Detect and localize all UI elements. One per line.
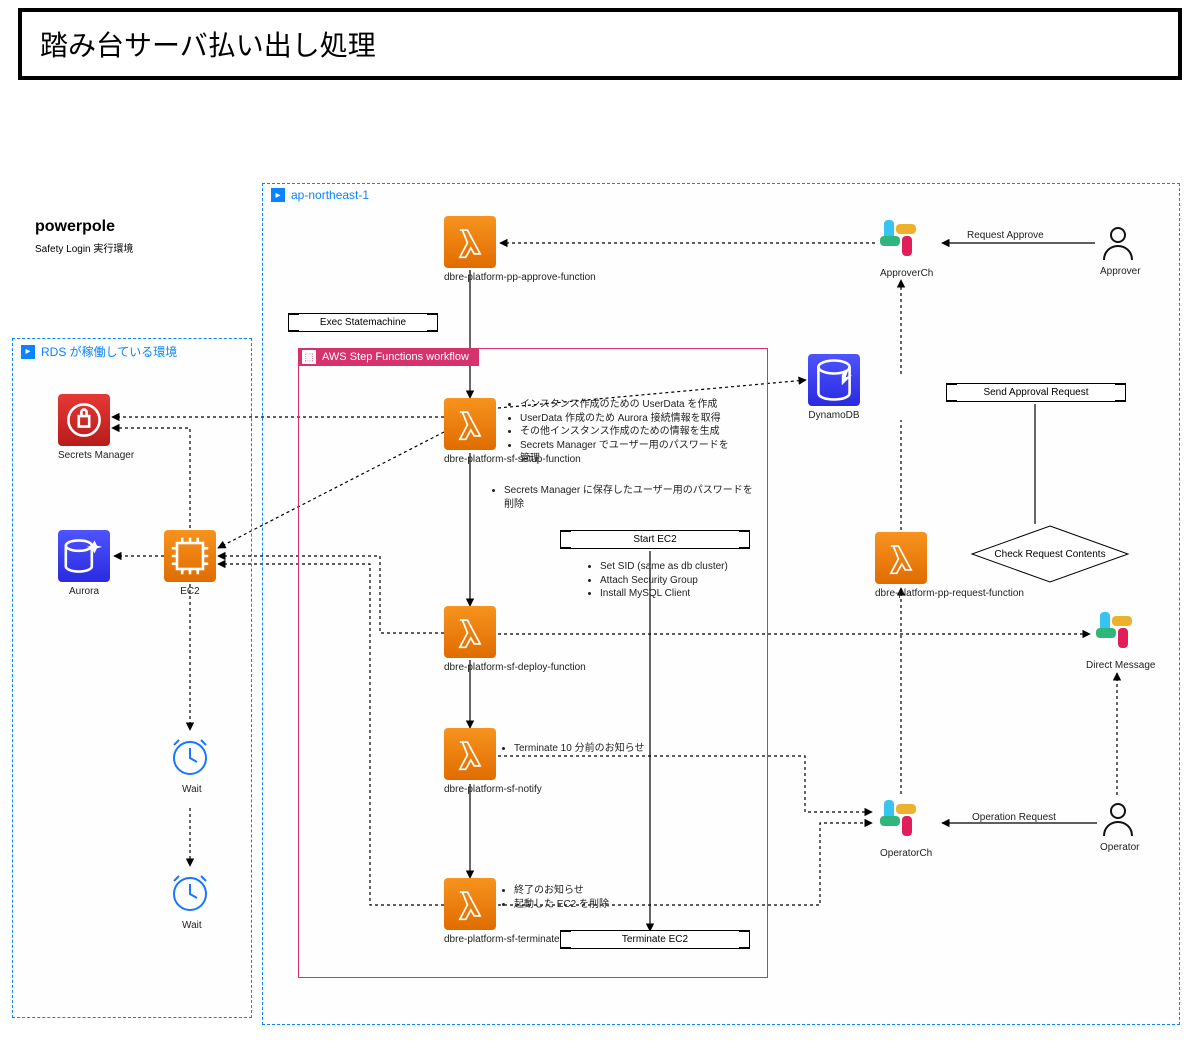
approver-icon bbox=[1098, 222, 1138, 262]
diamond-label: Check Request Contents bbox=[994, 549, 1105, 560]
slack-operator-ch-label: OperatorCh bbox=[880, 848, 932, 859]
region-flag-icon: ▸ bbox=[21, 345, 35, 359]
edge-request-approve: Request Approve bbox=[967, 230, 1044, 241]
notes-setup-below: Secrets Manager に保存したユーザー用のパスワードを削除 bbox=[490, 484, 760, 511]
step-functions-label: AWS Step Functions workflow bbox=[322, 351, 469, 363]
region-rds-label: RDS が稼働している環境 bbox=[41, 343, 177, 360]
dynamodb: DynamoDB bbox=[808, 354, 860, 421]
lambda-notify-label: dbre-platform-sf-notify bbox=[444, 784, 496, 795]
powerpole-name: powerpole bbox=[35, 218, 133, 236]
wait-1-label: Wait bbox=[182, 784, 202, 795]
lambda-approve: dbre-platform-pp-approve-function bbox=[444, 216, 496, 283]
list-item: Attach Security Group bbox=[600, 574, 756, 588]
lambda-icon bbox=[875, 532, 927, 584]
list-item: インスタンス作成のための UserData を作成 bbox=[520, 398, 736, 412]
pill-label: Start EC2 bbox=[633, 534, 676, 545]
lambda-icon bbox=[444, 728, 496, 780]
list-item: Terminate 10 分前のお知らせ bbox=[514, 742, 700, 756]
pill-terminate-ec2: Terminate EC2 bbox=[560, 930, 750, 949]
lambda-deploy: dbre-platform-sf-deploy-function bbox=[444, 606, 496, 673]
pill-label: Send Approval Request bbox=[983, 387, 1088, 398]
operator-label: Operator bbox=[1100, 842, 1139, 853]
region-main-label: ap-northeast-1 bbox=[291, 188, 369, 202]
ec2-icon bbox=[164, 530, 216, 582]
lambda-approve-label: dbre-platform-pp-approve-function bbox=[444, 272, 496, 283]
region-rds-header: ▸ RDS が稼働している環境 bbox=[13, 339, 251, 364]
pill-label: Exec Statemachine bbox=[320, 317, 406, 328]
lambda-request: dbre-platform-pp-request-function bbox=[875, 532, 927, 599]
notes-notify: Terminate 10 分前のお知らせ bbox=[500, 742, 700, 756]
wait-1-icon bbox=[167, 732, 213, 778]
diagram-canvas: powerpole Safety Login 実行環境 ▸ ap-northea… bbox=[0, 8, 1200, 1048]
list-item: 終了のお知らせ bbox=[514, 884, 660, 898]
secrets-manager: Secrets Manager bbox=[58, 394, 110, 461]
list-item: Set SID (same as db cluster) bbox=[600, 560, 756, 574]
lambda-terminate: dbre-platform-sf-terminate-function bbox=[444, 878, 496, 945]
list-item: UserData 作成のため Aurora 接続情報を取得 bbox=[520, 412, 736, 426]
slack-dm-icon bbox=[1094, 610, 1142, 658]
wait-2-icon bbox=[167, 868, 213, 914]
aurora-icon bbox=[58, 530, 110, 582]
lambda-icon bbox=[444, 398, 496, 450]
lambda-setup: dbre-platform-sf-setup-function bbox=[444, 398, 496, 465]
powerpole-subtitle: Safety Login 実行環境 bbox=[35, 240, 133, 255]
lambda-icon bbox=[444, 216, 496, 268]
region-rds-env: ▸ RDS が稼働している環境 bbox=[12, 338, 252, 1018]
approver-label: Approver bbox=[1100, 266, 1141, 277]
lambda-icon bbox=[444, 606, 496, 658]
list-item: その他インスタンス作成のための情報を生成 bbox=[520, 425, 736, 439]
edge-operation-request: Operation Request bbox=[972, 812, 1056, 823]
lambda-deploy-label: dbre-platform-sf-deploy-function bbox=[444, 662, 496, 673]
list-item: 起動した EC2 を削除 bbox=[514, 898, 660, 912]
slack-approver-ch-icon bbox=[878, 218, 926, 266]
step-functions-header: ⬚ AWS Step Functions workflow bbox=[298, 348, 479, 366]
notes-start-ec2: Set SID (same as db cluster) Attach Secu… bbox=[586, 560, 756, 601]
lambda-request-label: dbre-platform-pp-request-function bbox=[875, 588, 927, 599]
lambda-terminate-label: dbre-platform-sf-terminate-function bbox=[444, 934, 496, 945]
wait-2-label: Wait bbox=[182, 920, 202, 931]
lambda-notify: dbre-platform-sf-notify bbox=[444, 728, 496, 795]
pill-exec-sm: Exec Statemachine bbox=[288, 313, 438, 332]
pill-start-ec2: Start EC2 bbox=[560, 530, 750, 549]
slack-dm-label: Direct Message bbox=[1086, 660, 1155, 671]
powerpole-block: powerpole Safety Login 実行環境 bbox=[35, 218, 133, 255]
secrets-label: Secrets Manager bbox=[58, 450, 110, 461]
operator-icon bbox=[1098, 798, 1138, 838]
step-functions-icon: ⬚ bbox=[302, 350, 316, 364]
dynamodb-icon bbox=[808, 354, 860, 406]
lambda-icon bbox=[444, 878, 496, 930]
pill-label: Terminate EC2 bbox=[622, 934, 688, 945]
secrets-icon bbox=[58, 394, 110, 446]
aurora: Aurora bbox=[58, 530, 110, 597]
ec2-label: EC2 bbox=[164, 586, 216, 597]
pill-send-approval: Send Approval Request bbox=[946, 383, 1126, 402]
notes-setup: インスタンス作成のための UserData を作成 UserData 作成のため… bbox=[506, 398, 736, 466]
region-flag-icon: ▸ bbox=[271, 188, 285, 202]
lambda-setup-label: dbre-platform-sf-setup-function bbox=[444, 454, 496, 465]
slack-approver-ch-label: ApproverCh bbox=[880, 268, 933, 279]
list-item: Secrets Manager に保存したユーザー用のパスワードを削除 bbox=[504, 484, 760, 511]
notes-terminate: 終了のお知らせ 起動した EC2 を削除 bbox=[500, 884, 660, 911]
check-request-diamond: Check Request Contents bbox=[970, 524, 1130, 584]
region-main-header: ▸ ap-northeast-1 bbox=[263, 184, 1179, 206]
list-item: Install MySQL Client bbox=[600, 587, 756, 601]
dynamodb-label: DynamoDB bbox=[808, 410, 860, 421]
list-item: Secrets Manager でユーザー用のパスワードを管理 bbox=[520, 439, 736, 466]
slack-operator-ch-icon bbox=[878, 798, 926, 846]
ec2: EC2 bbox=[164, 530, 216, 597]
aurora-label: Aurora bbox=[58, 586, 110, 597]
